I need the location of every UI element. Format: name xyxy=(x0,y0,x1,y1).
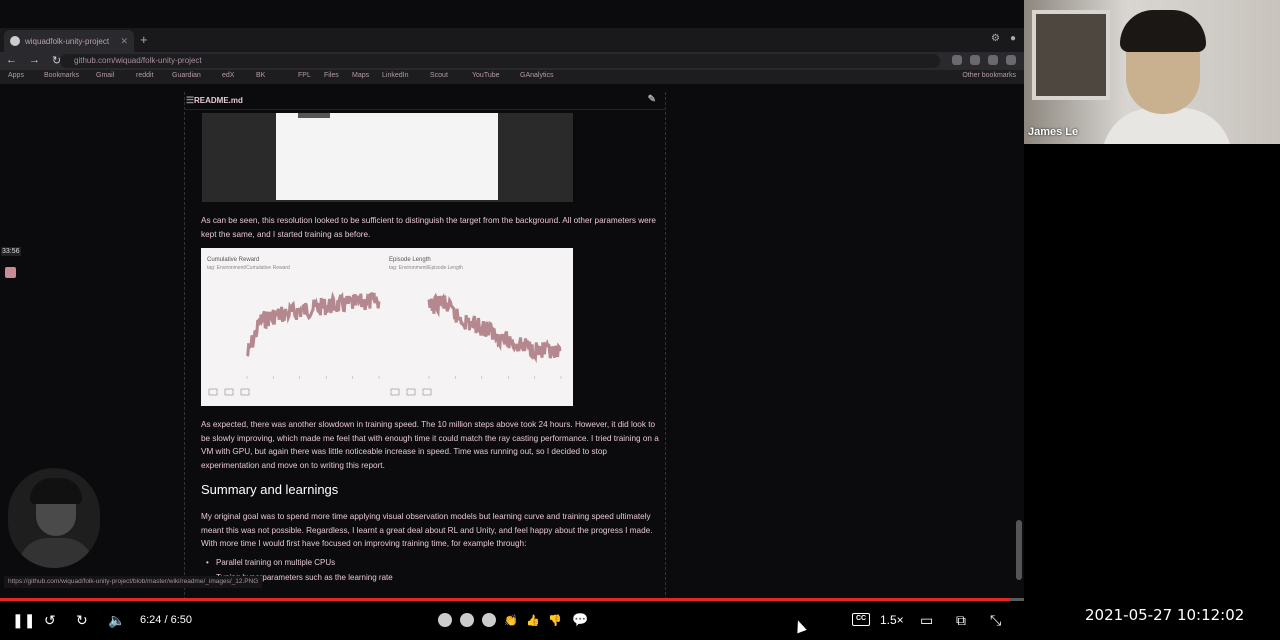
chart-toolbar-icon[interactable] xyxy=(208,388,218,396)
chart-toolbar-icon[interactable] xyxy=(390,388,400,396)
bookmark-item[interactable]: Files xyxy=(324,72,339,79)
settings-icon[interactable]: ⚙ xyxy=(991,33,1000,44)
status-bar-url: https://github.com/wiquad/folk-unity-pro… xyxy=(4,576,263,588)
exit-fullscreen-icon[interactable]: ⤡ xyxy=(990,611,1001,629)
bookmark-item[interactable]: Scout xyxy=(430,72,448,79)
bookmark-item[interactable]: LinkedIn xyxy=(382,72,408,79)
presenter-thumbnail xyxy=(8,468,100,568)
edit-icon[interactable]: ✎ xyxy=(648,94,656,105)
screen-share: wiquadfolk-unity-project ✕ + ⚙ ● ← → ↻ g… xyxy=(0,0,1024,600)
thumbs-down-icon[interactable]: 👎 xyxy=(548,611,562,629)
back-button[interactable]: ← xyxy=(6,54,17,67)
chart-toolbar-icon[interactable] xyxy=(224,388,234,396)
paragraph-slowdown: As expected, there was another slowdown … xyxy=(201,420,659,470)
readme-filename: README.md xyxy=(194,96,243,105)
address-bar[interactable]: github.com/wiquad/folk-unity-project xyxy=(60,54,940,68)
chart-series-line xyxy=(245,291,381,357)
extension-icon[interactable] xyxy=(952,55,962,65)
chart-series-line xyxy=(427,292,562,364)
theater-mode-icon[interactable]: ▭ xyxy=(920,611,933,629)
section-heading: Summary and learnings xyxy=(201,482,339,497)
chart-subtitle: tag: Environment/Episode Length xyxy=(389,265,463,271)
tab-title: wiquadfolk-unity-project xyxy=(25,36,110,46)
browser-tab-bar: wiquadfolk-unity-project ✕ + ⚙ ● xyxy=(0,28,1024,52)
bookmark-item[interactable]: YouTube xyxy=(472,72,500,79)
picture-in-picture-icon[interactable]: ⧉ xyxy=(956,611,966,629)
bookmark-item[interactable]: Apps xyxy=(8,72,24,79)
extension-icon[interactable] xyxy=(970,55,980,65)
bookmark-item[interactable]: FPL xyxy=(298,72,311,79)
readme-header: ☰ README.md ✎ xyxy=(184,92,666,110)
github-icon xyxy=(10,36,20,46)
bookmark-item[interactable]: reddit xyxy=(136,72,154,79)
close-tab-icon[interactable]: ✕ xyxy=(120,36,128,47)
bookmark-item[interactable]: BK xyxy=(256,72,265,79)
page-scrollbar[interactable] xyxy=(1016,520,1022,580)
training-charts: Cumulative Reward tag: Environment/Cumula… xyxy=(201,248,573,406)
github-page: ☰ README.md ✎ As can be seen, this resol… xyxy=(0,84,1014,600)
chart-toolbar-icon[interactable] xyxy=(422,388,432,396)
chart-title: Cumulative Reward xyxy=(207,257,259,263)
bookmark-item[interactable]: Bookmarks xyxy=(44,72,79,79)
browser-tab[interactable]: wiquadfolk-unity-project ✕ xyxy=(4,30,134,52)
extension-icon[interactable] xyxy=(988,55,998,65)
bookmark-item[interactable]: Guardian xyxy=(172,72,201,79)
time-badge: 33:56 xyxy=(1,247,21,256)
speed-button[interactable]: 1.5× xyxy=(880,613,904,627)
forward-icon[interactable]: ↻ xyxy=(76,611,88,629)
comment-icon[interactable]: 💬 xyxy=(572,611,588,629)
bookmark-item[interactable]: Maps xyxy=(352,72,369,79)
bookmark-item[interactable]: GAnalytics xyxy=(520,72,553,79)
forward-button[interactable]: → xyxy=(29,54,40,67)
paragraph-summary: My original goal was to spend more time … xyxy=(201,512,653,548)
paragraph-resolution: As can be seen, this resolution looked t… xyxy=(201,216,656,239)
captions-button[interactable]: CC xyxy=(852,613,870,626)
rewind-icon[interactable]: ↺ xyxy=(44,611,56,629)
browser-toolbar: ← → ↻ github.com/wiquad/folk-unity-proje… xyxy=(0,52,1024,70)
chart-toolbar-icon[interactable] xyxy=(406,388,416,396)
account-icon[interactable]: ● xyxy=(1010,33,1016,44)
reaction-sad-icon[interactable] xyxy=(482,613,496,627)
bookmark-item[interactable]: edX xyxy=(222,72,234,79)
chart-svg: Cumulative Reward tag: Environment/Cumula… xyxy=(207,257,562,396)
list-item: Parallel training on multiple CPUs xyxy=(206,558,393,573)
stop-share-button[interactable] xyxy=(5,267,16,278)
list-icon[interactable]: ☰ xyxy=(186,95,194,106)
other-bookmarks[interactable]: Other bookmarks xyxy=(962,72,1016,79)
pause-icon[interactable]: ❚❚ xyxy=(12,611,35,629)
clap-icon[interactable]: 👏 xyxy=(504,611,518,629)
recording-clock: 2021-05-27 10:12:02 xyxy=(1085,606,1245,624)
reaction-laugh-icon[interactable] xyxy=(438,613,452,627)
chart-title: Episode Length xyxy=(389,257,431,263)
agent-view-image xyxy=(202,113,573,202)
playback-time: 6:24 / 6:50 xyxy=(140,614,192,626)
extensions xyxy=(952,55,1016,65)
thumbs-up-icon[interactable]: 👍 xyxy=(526,611,540,629)
reaction-surprise-icon[interactable] xyxy=(460,613,474,627)
chart-toolbar-icon[interactable] xyxy=(240,388,250,396)
profile-icon[interactable] xyxy=(1006,55,1016,65)
chart-subtitle: tag: Environment/Cumulative Reward xyxy=(207,265,290,271)
new-tab-button[interactable]: + xyxy=(140,32,148,47)
bookmarks-bar: Apps Bookmarks Gmail reddit Guardian edX… xyxy=(0,70,1024,84)
webcam-video: James Le xyxy=(1024,0,1280,144)
bookmark-item[interactable]: Gmail xyxy=(96,72,114,79)
participant-name: James Le xyxy=(1028,126,1079,138)
tab-bar-actions: ⚙ ● xyxy=(991,33,1016,44)
volume-icon[interactable]: 🔈 xyxy=(108,611,125,629)
